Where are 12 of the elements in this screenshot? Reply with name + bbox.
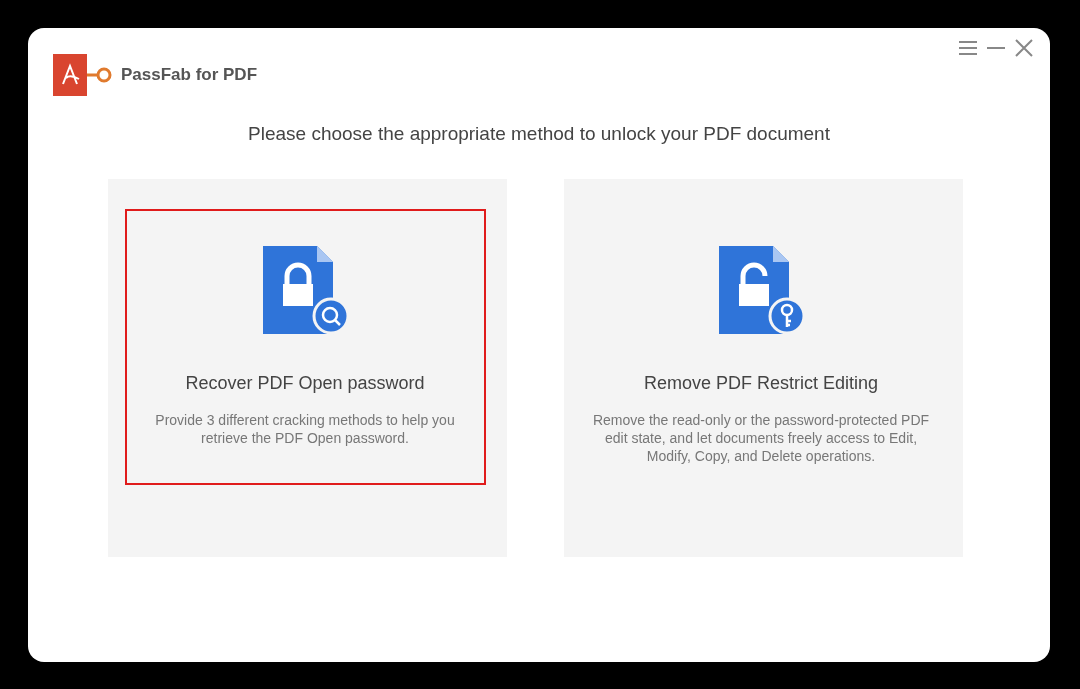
method-title: Remove PDF Restrict Editing xyxy=(643,371,879,395)
logo-icon xyxy=(53,52,113,98)
instruction-heading: Please choose the appropriate method to unlock your PDF document xyxy=(248,122,830,146)
method-description: Provide 3 different cracking methods to help you retrieve the PDF Open password. xyxy=(154,410,456,447)
method-option[interactable]: Recover PDF Open password Provide 3 different cracking methods to help you retrieve the PDF Open password. xyxy=(124,208,486,485)
method-title: Recover PDF Open password xyxy=(185,371,425,395)
menu-icon xyxy=(958,40,978,56)
minimize-icon xyxy=(986,46,1006,50)
close-icon xyxy=(1015,39,1033,57)
method-description: Remove the read-only or the password-protected PDF edit state, and let documents freely access to Edit, Modify, Copy, and Delete operations. xyxy=(591,410,931,465)
app-name: PassFab for PDF xyxy=(121,64,258,87)
method-option[interactable]: Remove PDF Restrict Editing Remove the read-only or the password-protected PDF edit state, and let documents freely access to Edit, Modify, Copy, and Delete operations. xyxy=(580,208,942,485)
